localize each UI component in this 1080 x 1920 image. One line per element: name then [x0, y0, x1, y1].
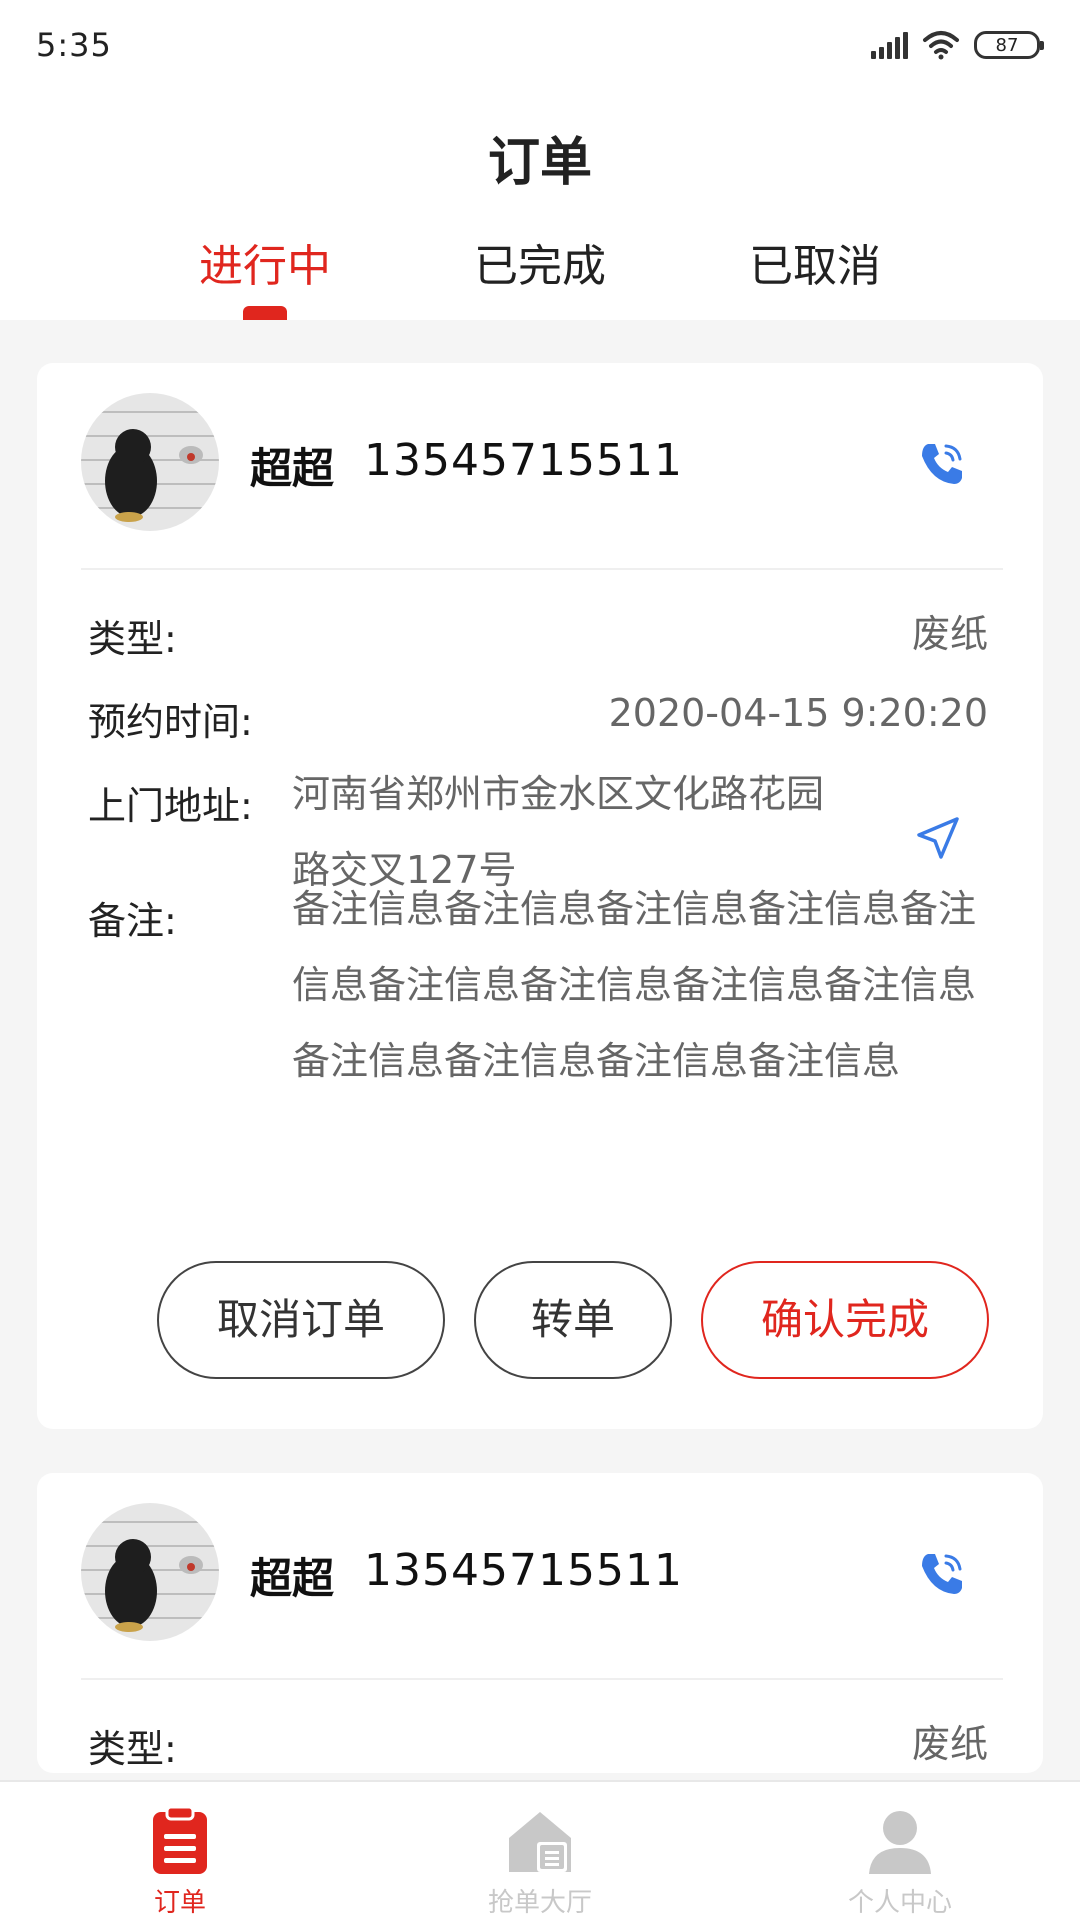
active-tab-indicator [243, 306, 287, 320]
page-title: 订单 [487, 133, 592, 193]
customer-phone: 13545715511 [364, 1545, 683, 1596]
divider [81, 568, 1003, 570]
phone-call-icon[interactable] [916, 438, 968, 490]
battery-icon: 87 [974, 31, 1044, 59]
customer-phone: 13545715511 [364, 435, 683, 486]
status-time: 5:35 [36, 26, 112, 64]
order-card: 超超 13545715511 类型: 废纸 [37, 1473, 1043, 1773]
tab-in-progress[interactable]: 进行中 [125, 230, 405, 294]
remark-label: 备注: [88, 899, 177, 943]
order-card: 超超 13545715511 类型: 废纸 预约时间: 2020-04-15 9… [37, 363, 1043, 1429]
type-label: 类型: [88, 1727, 177, 1771]
divider [81, 1678, 1003, 1680]
type-value: 废纸 [911, 612, 988, 656]
cancel-order-button[interactable]: 取消订单 [157, 1261, 445, 1379]
house-icon [509, 1812, 571, 1872]
customer-name: 超超 [250, 444, 335, 493]
phone-call-icon[interactable] [916, 1548, 968, 1600]
appointment-time-label: 预约时间: [88, 700, 253, 744]
clipboard-icon [153, 1805, 207, 1874]
type-label: 类型: [88, 617, 177, 661]
avatar [81, 393, 219, 531]
user-icon [869, 1811, 931, 1874]
status-bar: 5:35 87 [0, 0, 1080, 90]
status-icons: 87 [871, 30, 1044, 60]
battery-level: 87 [995, 34, 1019, 56]
header: 订单 进行中 已完成 已取消 [0, 90, 1080, 320]
nav-grab-orders-hall-label: 抢单大厅 [487, 1888, 592, 1918]
bottom-nav: 订单 抢单大厅 个人中心 [0, 1780, 1080, 1920]
navigation-arrow-icon[interactable] [913, 813, 963, 863]
avatar [81, 1503, 219, 1641]
remark-value: 备注信息备注信息备注信息备注信息备注信息备注信息备注信息备注信息备注信息备注信息… [292, 887, 977, 1083]
signal-icon [871, 31, 908, 59]
type-value: 废纸 [911, 1722, 988, 1766]
nav-orders[interactable]: 订单 [0, 1782, 360, 1920]
address-label: 上门地址: [88, 784, 253, 828]
tab-completed[interactable]: 已完成 [400, 230, 680, 294]
nav-personal-center-label: 个人中心 [847, 1888, 952, 1918]
appointment-time-value: 2020-04-15 9:20:20 [608, 691, 988, 735]
confirm-complete-button[interactable]: 确认完成 [701, 1261, 989, 1379]
nav-personal-center[interactable]: 个人中心 [720, 1782, 1080, 1920]
wifi-icon [923, 31, 959, 60]
tab-cancelled[interactable]: 已取消 [675, 230, 955, 294]
transfer-order-button[interactable]: 转单 [474, 1261, 672, 1379]
tab-bar: 进行中 已完成 已取消 [0, 230, 1080, 320]
customer-name: 超超 [250, 1554, 335, 1603]
nav-orders-label: 订单 [153, 1888, 206, 1918]
nav-grab-orders-hall[interactable]: 抢单大厅 [360, 1782, 720, 1920]
